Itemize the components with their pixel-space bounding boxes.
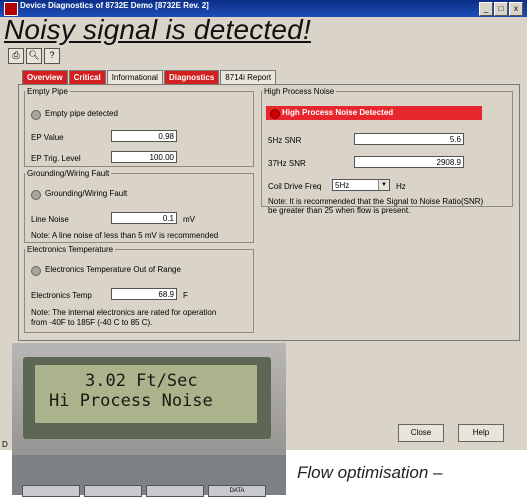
tab-critical[interactable]: Critical	[68, 70, 106, 85]
ep-trig-field[interactable]: 100.00	[111, 151, 177, 163]
coil-drive-unit: Hz	[396, 182, 406, 191]
lcd-screen: 3.02 Ft/Sec Hi Process Noise	[35, 365, 257, 423]
electronics-temp-legend: Electronics Temperature	[27, 245, 114, 254]
diagnostics-panel: Empty Pipe Empty pipe detected EP Value …	[18, 84, 520, 341]
grounding-status: Grounding/Wiring Fault	[45, 189, 128, 198]
device-key-2	[84, 485, 142, 497]
snr37-field: 2908.9	[354, 156, 464, 168]
high-noise-alarm-text: High Process Noise Detected	[282, 108, 394, 117]
line-noise-label: Line Noise	[31, 215, 69, 224]
electronics-temp-label: Electronics Temp	[31, 291, 92, 300]
status-letter: D	[2, 440, 8, 449]
lcd-display: 3.02 Ft/Sec Hi Process Noise	[23, 357, 271, 439]
device-key-3	[146, 485, 204, 497]
electronics-temp-indicator	[31, 266, 41, 276]
empty-pipe-status: Empty pipe detected	[45, 109, 118, 118]
high-process-noise-group: High Process Noise High Process Noise De…	[261, 87, 513, 215]
empty-pipe-legend: Empty Pipe	[27, 87, 68, 96]
maximize-button[interactable]: □	[494, 2, 508, 16]
empty-pipe-group: Empty Pipe Empty pipe detected EP Value …	[24, 87, 254, 167]
high-noise-alarm-bar: High Process Noise Detected	[266, 106, 482, 120]
ep-value-field: 0.98	[111, 130, 177, 142]
tab-overview[interactable]: Overview	[22, 70, 68, 85]
device-key-data: DATA	[208, 485, 266, 497]
print-icon[interactable]: ⎙	[8, 48, 24, 64]
close-button[interactable]: Close	[398, 424, 444, 442]
tab-8714i-report[interactable]: 8714i Report	[220, 70, 277, 85]
snr5-field: 5.6	[354, 133, 464, 145]
window-title: Device Diagnostics of 8732E Demo [8732E …	[20, 1, 209, 10]
tab-diagnostics[interactable]: Diagnostics	[163, 70, 220, 85]
overlay-headline: Noisy signal is detected!	[4, 14, 311, 45]
line-noise-unit: mV	[183, 215, 195, 224]
close-window-button[interactable]: x	[509, 2, 523, 16]
grounding-legend: Grounding/Wiring Fault	[27, 169, 110, 178]
toolbar: ⎙ 🔍︎ ?	[8, 48, 60, 64]
coil-drive-select[interactable]: 5Hz ▼	[332, 179, 390, 191]
electronics-temp-unit: F	[183, 291, 188, 300]
help-icon[interactable]: ?	[44, 48, 60, 64]
grounding-indicator	[31, 190, 41, 200]
high-noise-legend: High Process Noise	[264, 87, 335, 96]
snr37-label: 37Hz SNR	[268, 159, 306, 168]
ep-trig-label: EP Trig. Level	[31, 154, 81, 163]
help-button[interactable]: Help	[458, 424, 504, 442]
snr-note-line2: be greater than 25 when flow is present.	[268, 206, 411, 215]
lcd-line-2: Hi Process Noise	[49, 391, 213, 411]
ep-value-label: EP Value	[31, 133, 64, 142]
coil-drive-label: Coil Drive Freq	[268, 182, 322, 191]
coil-drive-value: 5Hz	[335, 181, 350, 190]
electronics-note-line1: Note: The internal electronics are rated…	[31, 308, 217, 317]
snr5-label: 5Hz SNR	[268, 136, 302, 145]
line-noise-field: 0.1	[111, 212, 177, 224]
lcd-line-1: 3.02 Ft/Sec	[85, 371, 198, 391]
zoom-icon[interactable]: 🔍︎	[26, 48, 42, 64]
grounding-group: Grounding/Wiring Fault Grounding/Wiring …	[24, 169, 254, 243]
device-photo: 3.02 Ft/Sec Hi Process Noise DATA	[12, 343, 286, 497]
electronics-temp-group: Electronics Temperature Electronics Temp…	[24, 245, 254, 333]
chevron-down-icon[interactable]: ▼	[378, 180, 389, 190]
snr-note-line1: Note: It is recommended that the Signal …	[268, 197, 484, 206]
high-noise-indicator	[270, 109, 280, 119]
line-noise-note: Note: A line noise of less than 5 mV is …	[31, 231, 219, 240]
minimize-button[interactable]: _	[479, 2, 493, 16]
device-key-1	[22, 485, 80, 497]
empty-pipe-indicator	[31, 110, 41, 120]
electronics-note-line2: from -40F to 185F (-40 C to 85 C).	[31, 318, 153, 327]
device-keypad: DATA	[12, 455, 286, 497]
caption: Flow optimisation –	[297, 463, 443, 482]
tab-informational[interactable]: Informational	[106, 70, 163, 85]
electronics-temp-field: 68.9	[111, 288, 177, 300]
tab-bar: Overview Critical Informational Diagnost…	[22, 70, 277, 85]
electronics-temp-status: Electronics Temperature Out of Range	[45, 265, 181, 274]
